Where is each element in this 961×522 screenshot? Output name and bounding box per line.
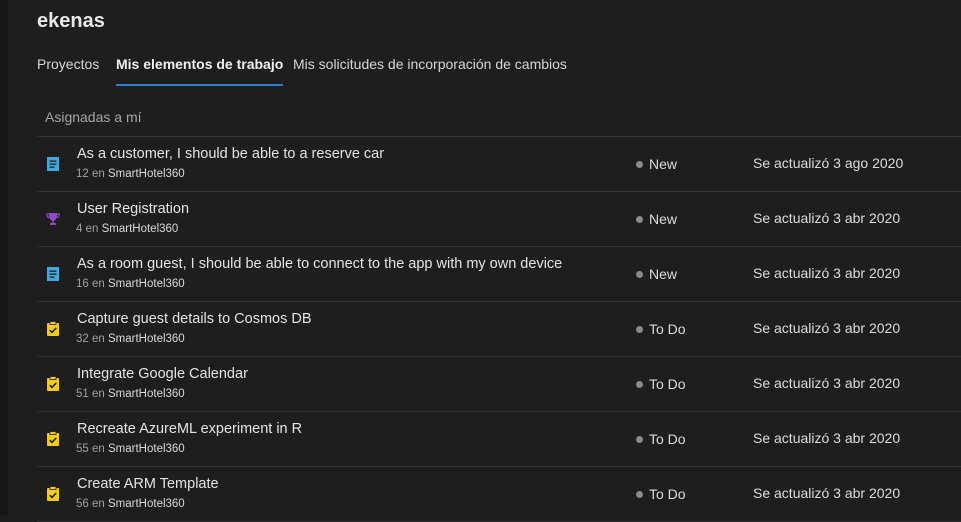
work-item-meta: 55 en SmartHotel360 — [76, 443, 185, 455]
work-item-en: en — [92, 498, 105, 510]
tab-mis-solicitudes[interactable]: Mis solicitudes de incorporación de camb… — [293, 48, 567, 86]
tab-proyectos[interactable]: Proyectos — [37, 48, 99, 86]
work-item-updated: Se actualizó 3 abr 2020 — [753, 485, 901, 501]
work-item-id: 51 — [76, 388, 89, 400]
work-item-id: 55 — [76, 443, 89, 455]
group-header: Asignadas a mí — [37, 106, 961, 137]
work-item-state: To Do — [636, 431, 686, 447]
work-item-state: To Do — [636, 376, 686, 392]
state-label: New — [649, 156, 678, 172]
work-item-row[interactable]: As a customer, I should be able to a res… — [37, 137, 961, 192]
group-label: Asignadas a mí — [45, 109, 142, 125]
work-item-project[interactable]: SmartHotel360 — [102, 223, 179, 235]
work-item-updated: Se actualizó 3 abr 2020 — [753, 265, 901, 281]
work-item-row[interactable]: Recreate AzureML experiment in R 55 en Sm… — [37, 412, 961, 467]
state-dot-icon — [636, 436, 643, 443]
work-item-state: To Do — [636, 321, 686, 337]
state-label: New — [649, 211, 678, 227]
work-item-state: New — [636, 266, 677, 282]
work-item-title[interactable]: As a room guest, I should be able to con… — [77, 256, 562, 272]
state-label: To Do — [649, 376, 686, 392]
work-item-meta: 56 en SmartHotel360 — [76, 498, 185, 510]
work-item-en: en — [92, 443, 105, 455]
work-item-updated: Se actualizó 3 abr 2020 — [753, 430, 901, 446]
work-item-row[interactable]: User Registration 4 en SmartHotel360 New Se… — [37, 192, 961, 247]
work-item-title[interactable]: Integrate Google Calendar — [77, 366, 248, 382]
work-item-updated: Se actualizó 3 ago 2020 — [753, 155, 904, 171]
work-item-row[interactable]: Integrate Google Calendar 51 en SmartHote… — [37, 357, 961, 412]
work-item-meta: 16 en SmartHotel360 — [76, 278, 185, 290]
work-item-title[interactable]: As a customer, I should be able to a res… — [77, 146, 384, 162]
tab-bar: Proyectos Mis elementos de trabajo Mis s… — [37, 48, 961, 88]
work-item-meta: 12 en SmartHotel360 — [76, 168, 185, 180]
work-item-title[interactable]: User Registration — [77, 201, 189, 217]
work-item-state: To Do — [636, 486, 686, 502]
work-item-updated: Se actualizó 3 abr 2020 — [753, 375, 901, 391]
work-item-project[interactable]: SmartHotel360 — [108, 168, 185, 180]
state-label: New — [649, 266, 678, 282]
work-item-row[interactable]: As a room guest, I should be able to con… — [37, 247, 961, 302]
state-dot-icon — [636, 326, 643, 333]
tab-mis-elementos-de-trabajo[interactable]: Mis elementos de trabajo — [116, 48, 284, 86]
work-item-en: en — [92, 388, 105, 400]
work-item-row[interactable]: Capture guest details to Cosmos DB 32 en … — [37, 302, 961, 357]
work-item-project[interactable]: SmartHotel360 — [108, 443, 185, 455]
work-item-meta: 51 en SmartHotel360 — [76, 388, 185, 400]
work-item-id: 12 — [76, 168, 89, 180]
work-item-state: New — [636, 156, 677, 172]
work-item-project[interactable]: SmartHotel360 — [108, 498, 185, 510]
work-item-row[interactable]: Create ARM Template 56 en SmartHotel360 To… — [37, 467, 961, 522]
state-dot-icon — [636, 216, 643, 223]
state-dot-icon — [636, 491, 643, 498]
work-item-list: As a customer, I should be able to a res… — [37, 137, 961, 522]
work-item-updated: Se actualizó 3 abr 2020 — [753, 320, 901, 336]
work-item-id: 4 — [76, 223, 83, 235]
state-label: To Do — [649, 321, 686, 337]
work-item-meta: 32 en SmartHotel360 — [76, 333, 185, 345]
work-item-project[interactable]: SmartHotel360 — [108, 278, 185, 290]
state-dot-icon — [636, 381, 643, 388]
work-item-title[interactable]: Recreate AzureML experiment in R — [77, 421, 302, 437]
work-item-en: en — [85, 223, 99, 235]
work-item-en: en — [92, 333, 105, 345]
state-label: To Do — [649, 431, 686, 447]
state-label: To Do — [649, 486, 686, 502]
work-item-id: 16 — [76, 278, 89, 290]
work-item-project[interactable]: SmartHotel360 — [108, 333, 185, 345]
state-dot-icon — [636, 271, 643, 278]
page-title: ekenas — [37, 10, 105, 32]
work-item-title[interactable]: Create ARM Template — [77, 476, 219, 492]
work-item-state: New — [636, 211, 677, 227]
work-item-project[interactable]: SmartHotel360 — [108, 388, 185, 400]
work-item-meta: 4 en SmartHotel360 — [76, 223, 178, 235]
state-dot-icon — [636, 161, 643, 168]
work-item-en: en — [92, 168, 105, 180]
left-panel-edge — [0, 0, 8, 515]
work-item-updated: Se actualizó 3 abr 2020 — [753, 210, 901, 226]
work-item-title[interactable]: Capture guest details to Cosmos DB — [77, 311, 312, 327]
work-item-en: en — [92, 278, 105, 290]
work-item-id: 56 — [76, 498, 89, 510]
work-item-id: 32 — [76, 333, 89, 345]
